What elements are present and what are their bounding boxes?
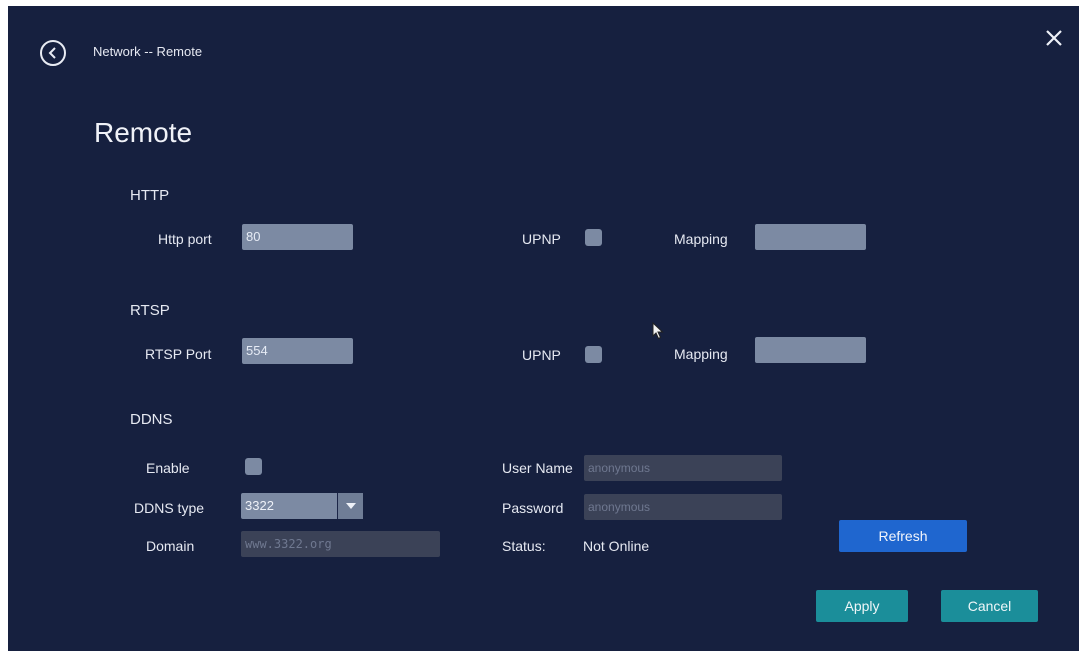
rtsp-upnp-label: UPNP — [522, 347, 561, 363]
section-rtsp: RTSP — [130, 302, 170, 319]
refresh-button[interactable]: Refresh — [839, 520, 967, 552]
http-upnp-label: UPNP — [522, 231, 561, 247]
close-button[interactable] — [1042, 26, 1066, 50]
ddns-enable-checkbox[interactable] — [245, 458, 262, 475]
http-mapping-label: Mapping — [674, 231, 728, 247]
ddns-type-select[interactable]: 3322 — [241, 493, 363, 519]
caret-down-icon — [345, 503, 356, 509]
mouse-cursor-icon — [652, 322, 664, 340]
chevron-left-icon — [48, 47, 56, 59]
ddns-username-input[interactable]: anonymous — [584, 455, 782, 481]
http-port-input[interactable]: 80 — [242, 224, 353, 250]
back-button[interactable] — [40, 40, 66, 66]
ddns-domain-label: Domain — [146, 538, 195, 554]
rtsp-port-input[interactable]: 554 — [242, 338, 353, 364]
ddns-password-input[interactable]: anonymous — [584, 494, 782, 520]
ddns-type-label: DDNS type — [134, 500, 205, 516]
apply-button[interactable]: Apply — [816, 590, 908, 622]
ddns-type-value: 3322 — [245, 498, 274, 513]
ddns-username-label: User Name — [502, 460, 573, 476]
ddns-status-label: Status: — [502, 538, 546, 554]
rtsp-port-label: RTSP Port — [145, 346, 212, 362]
dropdown-arrow[interactable] — [337, 493, 363, 519]
section-http: HTTP — [130, 187, 170, 204]
http-port-label: Http port — [158, 231, 212, 247]
page-title: Remote — [94, 117, 193, 148]
http-upnp-checkbox[interactable] — [585, 229, 602, 246]
cancel-button[interactable]: Cancel — [941, 590, 1038, 622]
breadcrumb: Network -- Remote — [93, 44, 203, 59]
ddns-enable-label: Enable — [146, 460, 190, 476]
rtsp-upnp-checkbox[interactable] — [585, 346, 602, 363]
ddns-status-value: Not Online — [583, 538, 650, 554]
rtsp-mapping-label: Mapping — [674, 346, 728, 362]
ddns-domain-input[interactable]: www.3322.org — [241, 531, 440, 557]
ddns-password-label: Password — [502, 500, 564, 516]
rtsp-mapping-input[interactable] — [755, 337, 866, 363]
remote-settings-dialog: Network -- Remote Remote HTTP Http port … — [8, 6, 1079, 651]
http-mapping-input[interactable] — [755, 224, 866, 250]
section-ddns: DDNS — [130, 411, 173, 428]
close-icon — [1046, 30, 1062, 46]
